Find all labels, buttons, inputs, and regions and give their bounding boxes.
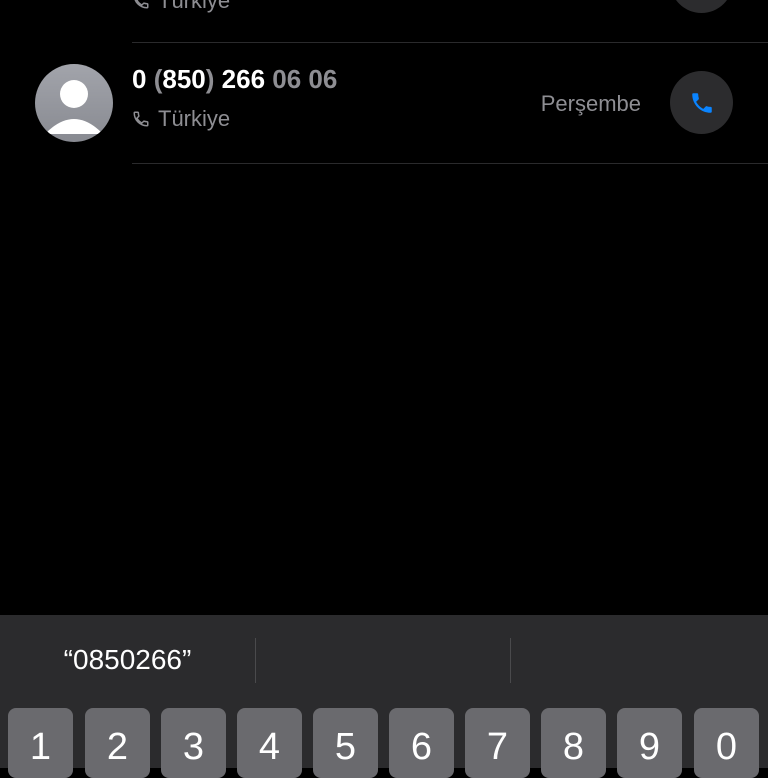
person-avatar-icon — [45, 80, 103, 134]
call-button[interactable] — [670, 0, 733, 13]
avatar — [35, 64, 113, 142]
recent-row[interactable]: Türkiye — [0, 0, 768, 20]
divider — [132, 163, 768, 164]
call-button[interactable] — [670, 71, 733, 134]
phone-icon — [691, 92, 712, 113]
suggestion-item[interactable] — [511, 615, 768, 705]
recent-row[interactable]: 0 (850) 266 06 06 Türkiye Perşembe — [0, 42, 768, 162]
row-subtitle: Türkiye — [132, 106, 230, 132]
suggestion-bar: “0850266” — [0, 615, 768, 705]
call-day: Perşembe — [540, 91, 641, 116]
suggestion-item[interactable] — [256, 615, 510, 705]
phone-small-icon — [132, 0, 150, 10]
keyboard: “0850266” 1 2 3 4 5 6 7 8 9 0 — [0, 615, 768, 778]
phone-small-icon — [132, 110, 150, 128]
row-subtitle: Türkiye — [132, 0, 230, 14]
phone-number: 0 (850) 266 06 06 — [132, 64, 338, 94]
suggestion-item[interactable]: “0850266” — [0, 615, 255, 705]
